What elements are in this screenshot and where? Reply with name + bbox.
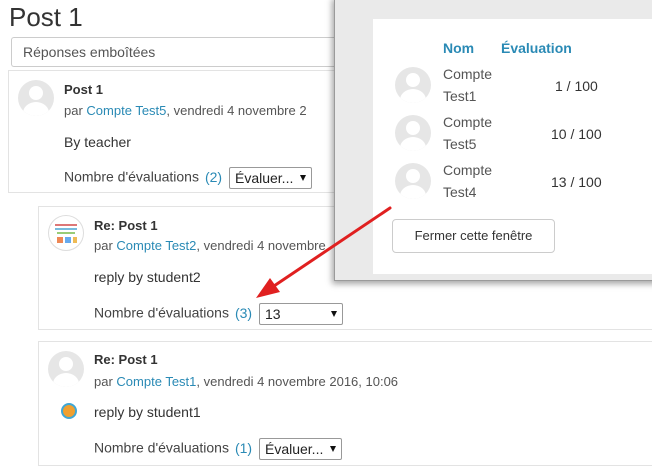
annotation-arrow-icon xyxy=(256,206,392,298)
